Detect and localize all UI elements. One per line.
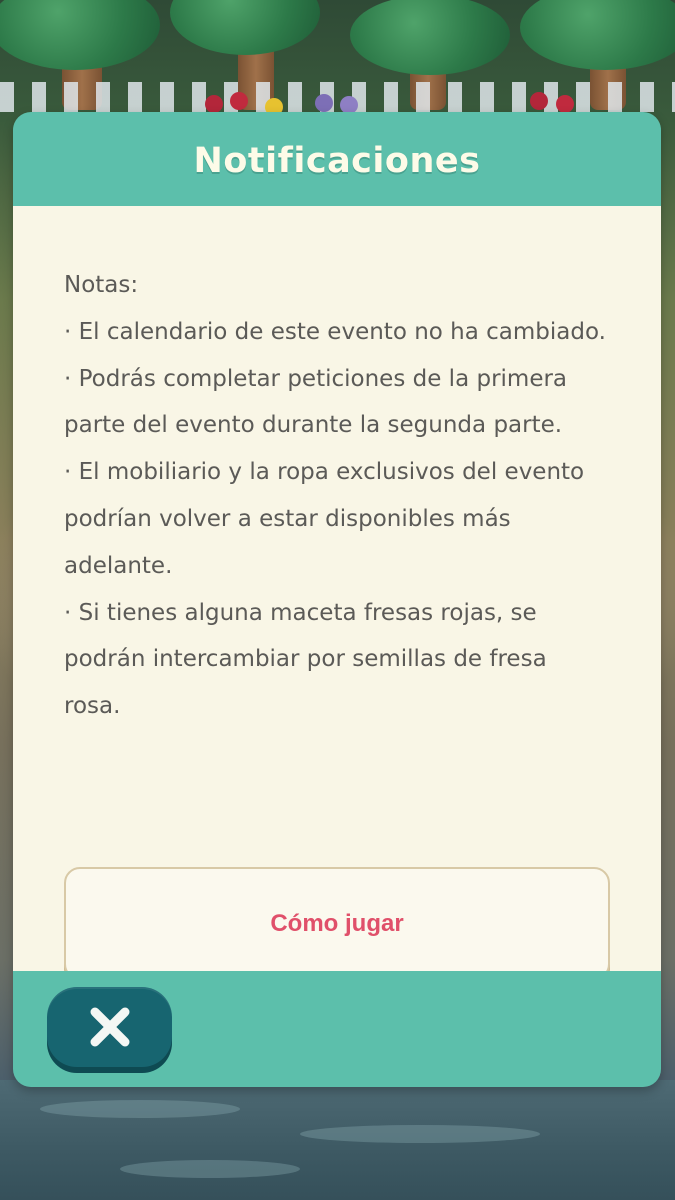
flower: [530, 92, 548, 110]
how-to-play-button[interactable]: Cómo jugar: [64, 867, 610, 980]
fence: [0, 82, 675, 112]
notes-line: · El calendario de este evento no ha cam…: [64, 318, 606, 345]
notification-dialog: Notificaciones Notas: · El calendario de…: [13, 112, 661, 1087]
water: [0, 1080, 675, 1200]
flower: [230, 92, 248, 110]
close-button[interactable]: [47, 987, 172, 1067]
notes-line: Notas:: [64, 272, 139, 298]
tree-canopy: [350, 0, 510, 75]
dialog-footer: [13, 971, 661, 1087]
dialog-body: Notas: · El calendario de este evento no…: [13, 206, 661, 980]
notes-line: · Podrás completar peticiones de la prim…: [64, 365, 568, 392]
tree-canopy: [0, 0, 160, 70]
notes-line: rosa.: [64, 693, 121, 720]
flower: [556, 95, 574, 113]
dialog-title: Notificaciones: [193, 141, 481, 181]
how-to-play-label: Cómo jugar: [270, 909, 404, 937]
notes-line: · Si tienes alguna maceta fresas rojas, …: [64, 599, 537, 626]
tree-canopy: [170, 0, 320, 55]
notes-line: adelante.: [64, 552, 173, 579]
tree-canopy: [520, 0, 675, 70]
flower: [205, 95, 223, 113]
notes-line: parte del evento durante la segunda part…: [64, 412, 563, 439]
water-wave: [120, 1160, 300, 1178]
close-x-icon: [90, 1007, 129, 1047]
flower: [315, 94, 333, 112]
notes-text: Notas: · El calendario de este evento no…: [64, 262, 624, 730]
water-wave: [300, 1125, 540, 1143]
notes-line: · El mobiliario y la ropa exclusivos del…: [64, 459, 585, 486]
water-wave: [40, 1100, 240, 1118]
notes-line: podrán intercambiar por semillas de fres…: [64, 646, 547, 673]
notes-line: podrían volver a estar disponibles más: [64, 505, 511, 532]
dialog-header: Notificaciones: [13, 112, 661, 206]
